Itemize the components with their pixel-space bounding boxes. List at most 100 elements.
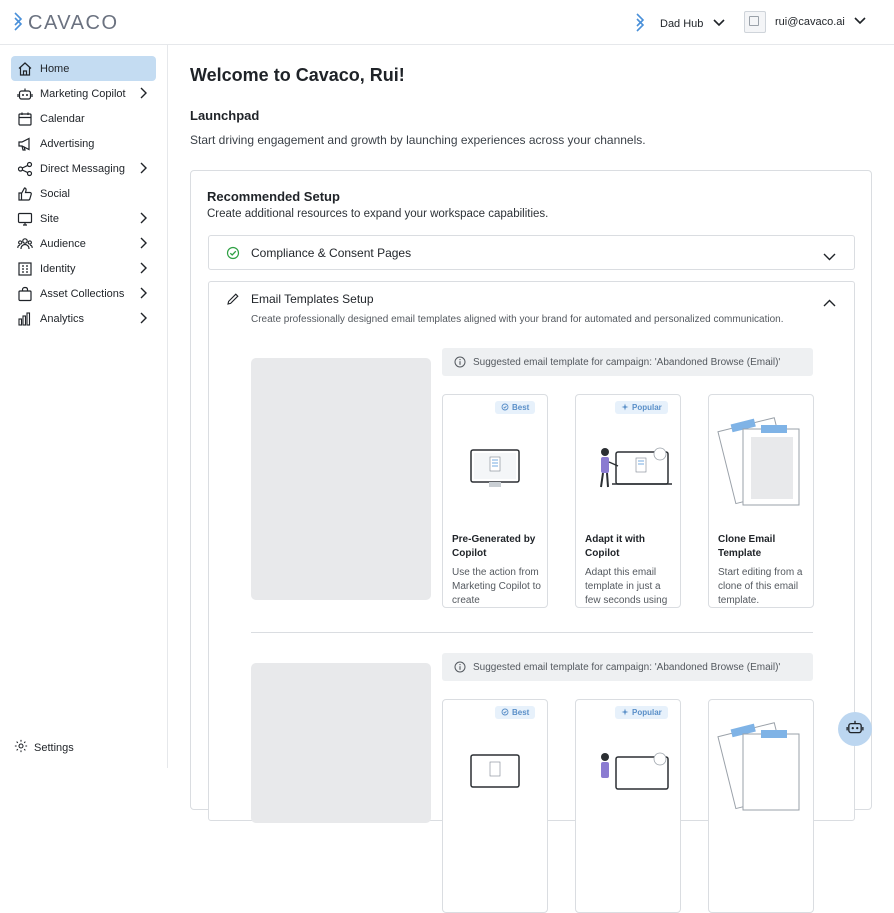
sidebar-item-label: Calendar (40, 112, 85, 125)
info-icon (454, 356, 466, 368)
avatar (744, 11, 766, 33)
monitor-illustration (443, 420, 547, 520)
template-option-adapt[interactable]: Popular Adapt it with Copilot Adapt this… (575, 394, 681, 608)
clone-documents-illustration (709, 407, 813, 507)
template-option-pregenerated[interactable]: Best (442, 699, 548, 913)
sidebar-item-label: Social (40, 187, 70, 200)
hub-label: Dad Hub (660, 17, 704, 30)
template-option-clone[interactable] (708, 699, 814, 913)
share-icon (16, 160, 34, 178)
bar-chart-icon (16, 310, 34, 328)
email-templates-accordion: Email Templates Setup Create professiona… (208, 281, 855, 913)
sparkle-icon (621, 708, 629, 718)
robot-icon (846, 718, 864, 741)
sidebar-item-marketing-copilot[interactable]: Marketing Copilot (11, 81, 156, 106)
megaphone-icon (16, 135, 34, 153)
main-content: Welcome to Cavaco, Rui! Launchpad Start … (168, 45, 894, 913)
group-divider (251, 632, 813, 633)
badge-label: Best (512, 403, 530, 412)
suggestion-text: Suggested email template for campaign: '… (473, 661, 781, 673)
compliance-title: Compliance & Consent Pages (251, 246, 412, 260)
chevron-right-icon (140, 287, 148, 302)
sidebar-item-analytics[interactable]: Analytics (11, 306, 156, 331)
option-description: Use the action from Marketing Copilot to… (452, 567, 541, 606)
bag-icon (16, 285, 34, 303)
sidebar-item-label: Advertising (40, 137, 95, 150)
chevron-right-icon (140, 162, 148, 177)
sidebar-item-calendar[interactable]: Calendar (11, 106, 156, 131)
suggestion-text: Suggested email template for campaign: '… (473, 356, 781, 368)
sidebar-item-audience[interactable]: Audience (11, 231, 156, 256)
option-description: Start editing from a clone of this email… (718, 567, 803, 606)
user-menu[interactable]: rui@cavaco.ai (744, 11, 866, 33)
pencil-icon (226, 292, 240, 311)
launchpad-description: Start driving engagement and growth by l… (190, 133, 646, 147)
template-option-clone[interactable]: Clone Email Template Start editing from … (708, 394, 814, 608)
sidebar-item-identity[interactable]: Identity (11, 256, 156, 281)
sidebar-item-social[interactable]: Social (11, 181, 156, 206)
brand-logo[interactable]: CAVACO (12, 11, 119, 36)
person-laptop-illustration (576, 420, 680, 520)
sidebar-item-advertising[interactable]: Advertising (11, 131, 156, 156)
chevron-right-icon (140, 87, 148, 102)
badge-best: Best (495, 706, 536, 719)
template-preview-placeholder (251, 358, 431, 600)
badge-best: Best (495, 401, 536, 414)
chevron-down-icon (823, 248, 836, 266)
sidebar-item-settings[interactable]: Settings (14, 739, 74, 756)
launchpad-title: Launchpad (190, 108, 260, 123)
hub-icon (634, 12, 646, 35)
template-option-pregenerated[interactable]: Best Pre-Generated by Copilot Use the ac… (442, 394, 548, 608)
badge-label: Best (512, 708, 530, 717)
page-title: Welcome to Cavaco, Rui! (190, 65, 405, 85)
badge-popular: Popular (615, 706, 668, 719)
hub-selector[interactable]: Dad Hub (634, 12, 725, 35)
chevron-right-icon (140, 312, 148, 327)
settings-label: Settings (34, 741, 74, 754)
option-title: Pre-Generated by Copilot (452, 534, 536, 559)
user-email: rui@cavaco.ai (775, 16, 845, 28)
compliance-accordion[interactable]: Compliance & Consent Pages (208, 235, 855, 270)
sidebar-item-site[interactable]: Site (11, 206, 156, 231)
badge-icon (501, 708, 509, 718)
sidebar-item-label: Identity (40, 262, 76, 275)
email-templates-title[interactable]: Email Templates Setup (251, 292, 374, 306)
chevron-right-icon (140, 237, 148, 252)
chevron-down-icon (713, 18, 725, 30)
suggestion-banner: Suggested email template for campaign: '… (442, 348, 813, 376)
recommended-setup-title: Recommended Setup (207, 189, 340, 204)
option-title: Adapt it with Copilot (585, 534, 645, 559)
badge-popular: Popular (615, 401, 668, 414)
check-circle-icon (226, 246, 240, 265)
top-bar: CAVACO Dad Hub rui@cavaco.ai (0, 0, 894, 45)
info-icon (454, 661, 466, 673)
brand-name: CAVACO (28, 12, 119, 34)
option-title: Clone Email Template (718, 534, 776, 559)
option-description: Adapt this email template in just a few … (585, 567, 668, 606)
logo-icon (12, 11, 24, 36)
chevron-up-icon[interactable] (823, 294, 836, 312)
badge-icon (501, 403, 509, 413)
chevron-right-icon (140, 212, 148, 227)
person-laptop-illustration (576, 725, 680, 825)
calendar-icon (16, 110, 34, 128)
gear-icon (14, 739, 28, 756)
sidebar-item-label: Analytics (40, 312, 85, 325)
email-templates-description: Create professionally designed email tem… (251, 314, 784, 325)
template-option-adapt[interactable]: Popular (575, 699, 681, 913)
recommended-setup-card: Recommended Setup Create additional reso… (190, 170, 872, 913)
sidebar-item-home[interactable]: Home (11, 56, 156, 81)
sidebar-item-asset-collections[interactable]: Asset Collections (11, 281, 156, 306)
home-icon (16, 60, 34, 78)
sidebar-item-label: Direct Messaging (40, 162, 125, 175)
users-icon (16, 235, 34, 253)
sidebar: Home Marketing Copilot Calendar Advertis… (0, 45, 168, 768)
sidebar-item-label: Marketing Copilot (40, 87, 126, 100)
suggestion-banner: Suggested email template for campaign: '… (442, 653, 813, 681)
sidebar-item-label: Home (40, 62, 70, 75)
monitor-illustration (443, 725, 547, 825)
sidebar-item-direct-messaging[interactable]: Direct Messaging (11, 156, 156, 181)
copilot-chat-button[interactable] (838, 712, 872, 746)
badge-label: Popular (632, 708, 662, 717)
monitor-icon (16, 210, 34, 228)
